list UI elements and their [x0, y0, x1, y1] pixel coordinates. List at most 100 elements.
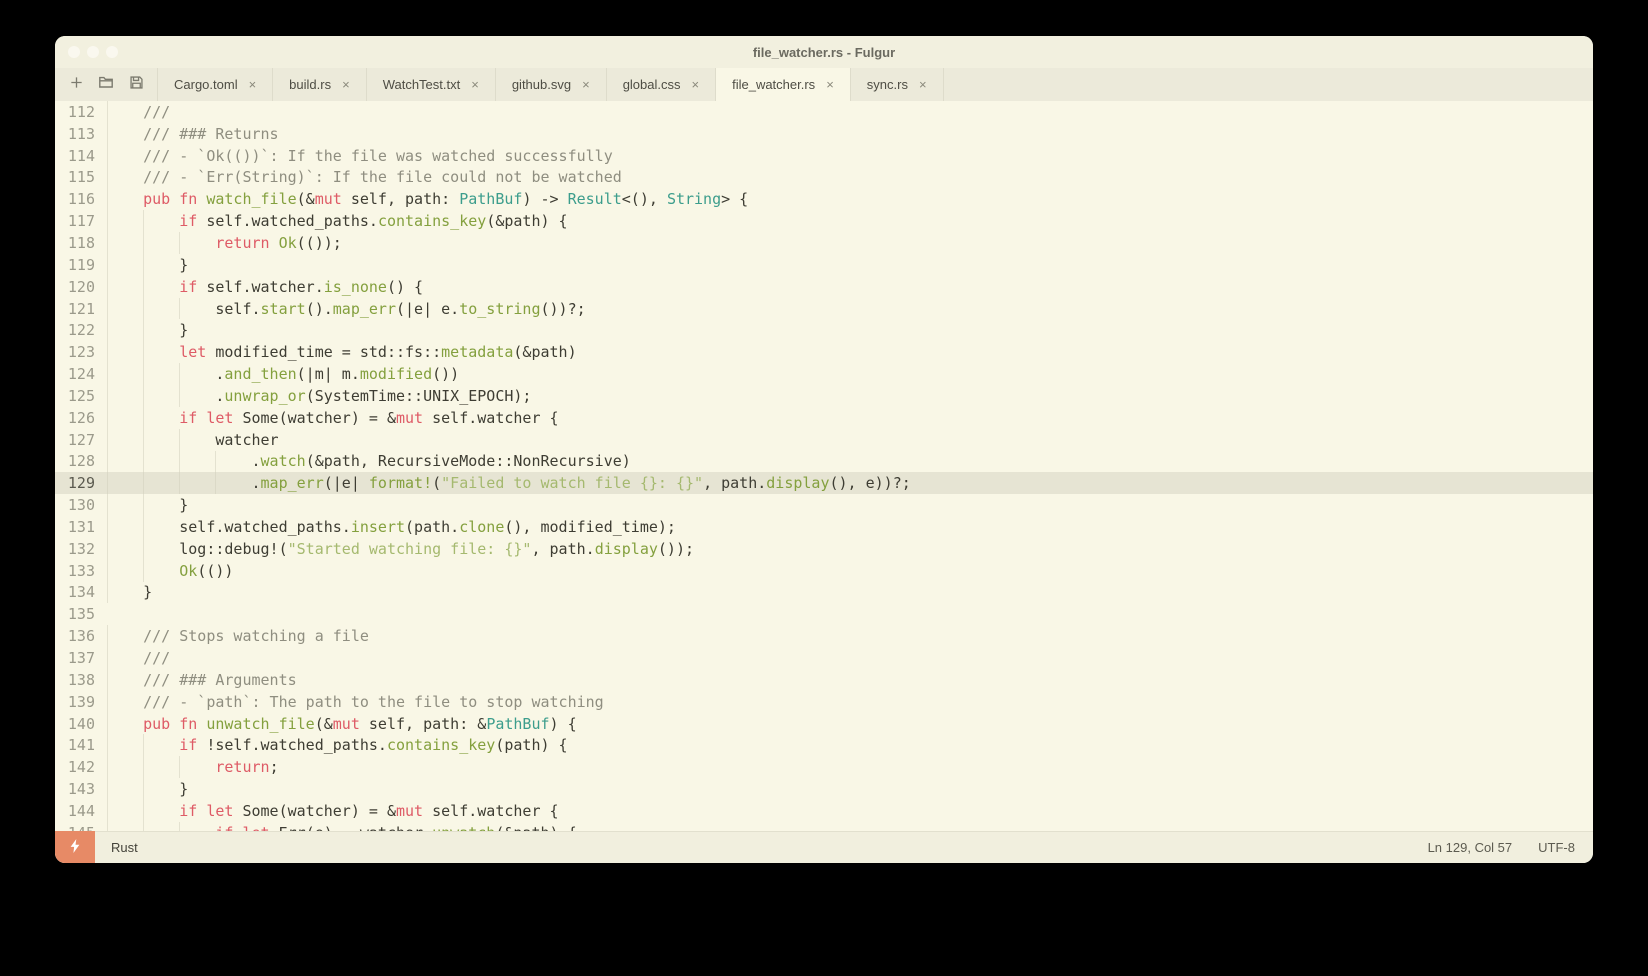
- indent-guide: [107, 559, 108, 582]
- maximize-window-button[interactable]: [106, 46, 118, 58]
- code-line[interactable]: 123 let modified_time = std::fs::metadat…: [55, 341, 1593, 364]
- indent-guide: [107, 275, 108, 298]
- code-line[interactable]: 134 }: [55, 581, 1593, 604]
- indent-guide: [107, 516, 108, 538]
- code-line[interactable]: 117 if self.watched_paths.contains_key(&…: [55, 210, 1593, 233]
- indent-guide: [143, 428, 145, 451]
- code-line[interactable]: 133 Ok(()): [55, 559, 1593, 582]
- close-tab-icon[interactable]: ×: [249, 78, 257, 91]
- code-line[interactable]: 115 /// - `Err(String)`: If the file cou…: [55, 166, 1593, 189]
- code-text: /// - `Ok(())`: If the file was watched …: [107, 146, 613, 165]
- traffic-lights: [68, 46, 118, 58]
- close-tab-icon[interactable]: ×: [826, 78, 834, 91]
- tab-Cargo.toml[interactable]: Cargo.toml ×: [157, 68, 272, 101]
- indent-guide: [215, 472, 217, 495]
- tab-github.svg[interactable]: github.svg ×: [494, 68, 606, 101]
- code-line[interactable]: 132 log::debug!("Started watching file: …: [55, 537, 1593, 560]
- close-tab-icon[interactable]: ×: [919, 78, 927, 91]
- open-file-button[interactable]: [91, 68, 121, 101]
- indent-guide: [107, 756, 108, 779]
- code-line[interactable]: 124 .and_then(|m| m.modified()): [55, 363, 1593, 385]
- code-line[interactable]: 119 }: [55, 253, 1593, 276]
- code-line[interactable]: 125 .unwrap_or(SystemTime::UNIX_EPOCH);: [55, 384, 1593, 407]
- code-line[interactable]: 141 if !self.watched_paths.contains_key(…: [55, 734, 1593, 757]
- minimize-window-button[interactable]: [87, 46, 99, 58]
- new-tab-button[interactable]: [61, 68, 91, 101]
- line-number: 132: [67, 539, 95, 558]
- indent-guide: [107, 406, 108, 429]
- code-line[interactable]: 131 self.watched_paths.insert(path.clone…: [55, 516, 1593, 538]
- indent-guide: [179, 297, 181, 320]
- indent-guide: [107, 537, 108, 560]
- cursor-position[interactable]: Ln 129, Col 57: [1428, 840, 1513, 855]
- code-line[interactable]: 116 pub fn watch_file(&mut self, path: P…: [55, 188, 1593, 211]
- line-number: 133: [67, 561, 95, 580]
- code-line[interactable]: 121 self.start().map_err(|e| e.to_string…: [55, 297, 1593, 320]
- code-line[interactable]: 135: [55, 603, 1593, 625]
- code-line[interactable]: 140 pub fn unwatch_file(&mut self, path:…: [55, 712, 1593, 735]
- code-line[interactable]: 118 return Ok(());: [55, 232, 1593, 254]
- tab-sync.rs[interactable]: sync.rs ×: [849, 68, 944, 101]
- code-line[interactable]: 138 /// ### Arguments: [55, 668, 1593, 691]
- indent-guide: [107, 778, 108, 800]
- line-number: 127: [67, 430, 95, 449]
- code-line[interactable]: 129 .map_err(|e| format!("Failed to watc…: [55, 472, 1593, 495]
- indent-guide: [179, 232, 181, 254]
- line-number: 135: [67, 605, 95, 624]
- close-window-button[interactable]: [68, 46, 80, 58]
- indent-guide: [107, 253, 108, 276]
- indent-guide: [107, 647, 108, 669]
- line-number: 136: [67, 627, 95, 646]
- indent-guide: [107, 363, 108, 385]
- code-line[interactable]: 144 if let Some(watcher) = &mut self.wat…: [55, 800, 1593, 822]
- tab-build.rs[interactable]: build.rs ×: [272, 68, 366, 101]
- code-line[interactable]: 142 return;: [55, 756, 1593, 779]
- tab-file_watcher.rs[interactable]: file_watcher.rs ×: [715, 68, 850, 101]
- code-line[interactable]: 126 if let Some(watcher) = &mut self.wat…: [55, 406, 1593, 429]
- code-line[interactable]: 113 /// ### Returns: [55, 122, 1593, 145]
- language-indicator[interactable]: Rust: [111, 840, 138, 855]
- tab-global.css[interactable]: global.css ×: [605, 68, 715, 101]
- line-number: 130: [67, 496, 95, 515]
- code-text: self.watched_paths.insert(path.clone(), …: [107, 517, 676, 536]
- close-tab-icon[interactable]: ×: [471, 78, 479, 91]
- close-tab-icon[interactable]: ×: [692, 78, 700, 91]
- code-line[interactable]: 145 if let Err(e) = watcher.unwatch(&pat…: [55, 821, 1593, 831]
- window-title: file_watcher.rs - Fulgur: [752, 44, 896, 60]
- code-text: .watch(&path, RecursiveMode::NonRecursiv…: [107, 452, 631, 471]
- code-text: pub fn watch_file(&mut self, path: PathB…: [143, 190, 749, 209]
- indent-guide: [179, 363, 181, 385]
- tab-label: file_watcher.rs: [732, 77, 816, 92]
- line-number: 126: [67, 408, 95, 427]
- code-line[interactable]: 137 ///: [55, 647, 1593, 669]
- code-line[interactable]: 112 ///: [55, 101, 1593, 123]
- tab-label: sync.rs: [866, 77, 908, 92]
- encoding-indicator[interactable]: UTF-8: [1538, 840, 1575, 855]
- code-text: .and_then(|m| m.modified()): [107, 365, 460, 384]
- code-line[interactable]: 139 /// - `path`: The path to the file t…: [55, 690, 1593, 713]
- code-area[interactable]: 112 ///113 /// ### Returns 114 /// - `Ok(…: [55, 101, 1593, 831]
- tab-WatchTest.txt[interactable]: WatchTest.txt ×: [365, 68, 495, 101]
- close-tab-icon[interactable]: ×: [582, 78, 590, 91]
- code-line[interactable]: 130 }: [55, 494, 1593, 517]
- code-line[interactable]: 136 /// Stops watching a file: [55, 625, 1593, 648]
- line-number: 144: [67, 801, 95, 820]
- code-line[interactable]: 114 /// - `Ok(())`: If the file was watc…: [55, 144, 1593, 167]
- line-number: 115: [67, 168, 95, 187]
- line-number: 140: [67, 714, 95, 733]
- code-line[interactable]: 120 if self.watcher.is_none() {: [55, 275, 1593, 298]
- code-line[interactable]: 127 watcher: [55, 428, 1593, 451]
- line-number: 139: [67, 692, 95, 711]
- indent-guide: [179, 821, 181, 831]
- code-text: if self.watcher.is_none() {: [179, 277, 424, 296]
- code-text: ///: [107, 649, 171, 668]
- code-line[interactable]: 122 }: [55, 319, 1593, 342]
- activity-button[interactable]: [55, 831, 95, 863]
- indent-guide: [107, 166, 108, 189]
- line-number: 118: [67, 233, 95, 252]
- code-line[interactable]: 143 }: [55, 778, 1593, 800]
- indent-guide: [107, 450, 108, 473]
- code-line[interactable]: 128 .watch(&path, RecursiveMode::NonRecu…: [55, 450, 1593, 473]
- save-button[interactable]: [121, 68, 151, 101]
- close-tab-icon[interactable]: ×: [342, 78, 350, 91]
